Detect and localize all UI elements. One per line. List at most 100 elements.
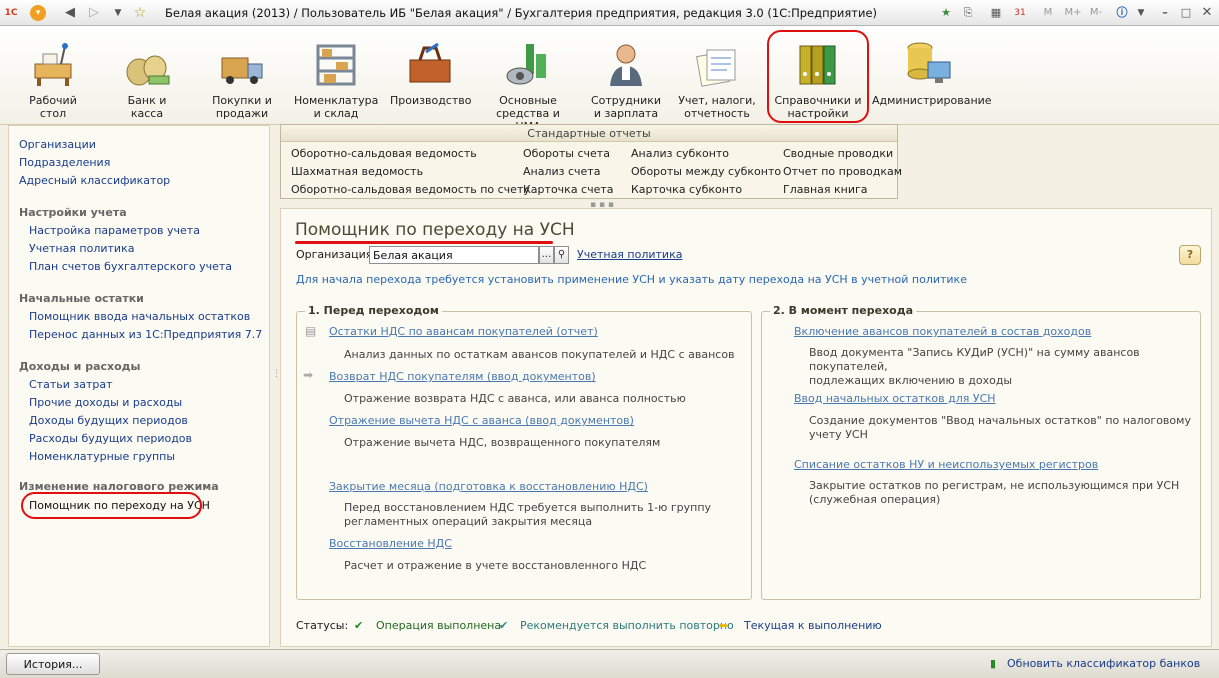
nav-group-title-income-expenses: Доходы и расходы [19, 360, 141, 373]
step-desc: Расчет и отражение в учете восстановленн… [344, 559, 647, 572]
section-taxes[interactable]: Учет, налоги, отчетность [676, 26, 758, 125]
calculator-icon[interactable]: ▦ [988, 5, 1004, 21]
factory-icon [506, 44, 546, 85]
favorites-add-icon[interactable]: ★ [938, 5, 954, 21]
maximize-icon[interactable]: □ [1178, 5, 1194, 21]
nav-link-deferred-income[interactable]: Доходы будущих периодов [29, 414, 188, 427]
memory-mplus-button[interactable]: M+ [1062, 5, 1084, 21]
organization-search-icon[interactable]: ⚲ [554, 246, 569, 264]
nav-link-accounting-params[interactable]: Настройка параметров учета [29, 224, 200, 237]
history-button[interactable]: История... [6, 653, 100, 675]
help-button[interactable]: ? [1179, 245, 1201, 265]
arrow-current-icon: ➡ [719, 619, 729, 632]
money-bags-icon [126, 55, 170, 86]
report-link[interactable]: Отчет по проводкам [783, 165, 902, 178]
section-employees[interactable]: Сотрудники и зарплата [588, 26, 664, 125]
instruction-hint: Для начала перехода требуется установить… [296, 273, 967, 286]
section-desktop[interactable]: Рабочий стол [20, 26, 86, 125]
vertical-splitter[interactable]: ⋮ [270, 125, 281, 647]
section-purchases-label: Покупки и продажи [212, 94, 272, 120]
memory-mminus-button[interactable]: M- [1086, 5, 1106, 21]
nav-link-data-transfer-77[interactable]: Перенос данных из 1С:Предприятия 7.7 [29, 328, 262, 341]
step-desc: Ввод документа "Запись КУДиР (УСН)" на с… [809, 346, 1140, 387]
organization-select-button[interactable]: … [539, 246, 554, 264]
truck-icon [221, 57, 263, 84]
step-link-advances-to-income[interactable]: Включение авансов покупателей в состав д… [794, 325, 1091, 338]
step-desc: Отражение возврата НДС с аванса, или ава… [344, 392, 686, 405]
nav-link-opening-balances-wizard[interactable]: Помощник ввода начальных остатков [29, 310, 250, 323]
nav-link-accounting-policy[interactable]: Учетная политика [29, 242, 134, 255]
section-employees-label: Сотрудники и зарплата [590, 94, 662, 120]
sections-panel: Рабочий стол Банк и касса Покупки и прод… [0, 26, 1219, 133]
accounting-policy-link[interactable]: Учетная политика [577, 248, 682, 261]
info-icon[interactable]: ⓘ [1114, 5, 1130, 21]
section-production[interactable]: Производство [390, 26, 472, 125]
group-at-transition-title: 2. В момент перехода [770, 304, 917, 317]
report-link[interactable]: Сводные проводки [783, 147, 893, 160]
step-link-vat-restoration[interactable]: Восстановление НДС [329, 537, 452, 550]
report-link[interactable]: Обороты между субконто [631, 165, 781, 178]
section-bank[interactable]: Банк и касса [112, 26, 182, 125]
step-link-month-closing[interactable]: Закрытие месяца (подготовка к восстановл… [329, 480, 648, 493]
info-dropdown-icon[interactable]: ▼ [1133, 5, 1149, 21]
title-underline-mark [295, 241, 553, 244]
report-link[interactable]: Главная книга [783, 183, 868, 196]
desk-icon [34, 43, 72, 86]
main-menu-icon[interactable]: ▾ [30, 5, 46, 21]
step-desc: Создание документов "Ввод начальных оста… [809, 414, 1191, 441]
step-link-usn-opening-balances[interactable]: Ввод начальных остатков для УСН [794, 392, 996, 405]
history-dropdown-icon[interactable]: ▼ [110, 5, 126, 21]
organization-label: Организация: [296, 248, 377, 261]
step-link-vat-return[interactable]: Возврат НДС покупателям (ввод документов… [329, 370, 596, 383]
section-fixed-assets[interactable]: Основные средства и НМА [482, 26, 574, 133]
update-bank-classifier-link[interactable]: Обновить классификатор банков [1007, 657, 1200, 670]
forward-arrow-icon[interactable]: ▷ [86, 5, 102, 21]
minimize-icon[interactable]: – [1157, 5, 1173, 21]
group-before-transition-title: 1. Перед переходом [305, 304, 442, 317]
link-icon[interactable]: ⎘ [960, 5, 976, 21]
section-nomenclature-label: Номенклатура и склад [294, 94, 379, 120]
step-link-vat-deduction[interactable]: Отражение вычета НДС с аванса (ввод доку… [329, 414, 634, 427]
calendar-icon[interactable]: 31 [1012, 5, 1028, 21]
favorite-star-icon[interactable]: ☆ [132, 5, 148, 21]
usn-wizard-form: Помощник по переходу на УСН ? Организаци… [280, 208, 1212, 647]
current-step-arrow-icon: ➡ [303, 368, 314, 382]
organization-input[interactable] [369, 246, 539, 264]
highlight-directories-circle [767, 30, 869, 123]
step-link-vat-advances[interactable]: Остатки НДС по авансам покупателей (отче… [329, 325, 598, 338]
info-note-icon: ▮ [990, 657, 997, 670]
section-purchases[interactable]: Покупки и продажи [206, 26, 278, 125]
report-link[interactable]: Карточка субконто [631, 183, 742, 196]
nav-link-address-classifier[interactable]: Адресный классификатор [19, 174, 170, 187]
memory-m-button[interactable]: M [1040, 5, 1056, 21]
report-link[interactable]: Обороты счета [523, 147, 610, 160]
report-link[interactable]: Анализ счета [523, 165, 600, 178]
close-icon[interactable]: ✕ [1199, 5, 1215, 21]
nav-link-cost-items[interactable]: Статьи затрат [29, 378, 113, 391]
nav-group-title-opening-balances: Начальные остатки [19, 292, 144, 305]
section-administration[interactable]: Администрирование [872, 26, 992, 125]
section-nomenclature[interactable]: Номенклатура и склад [294, 26, 378, 125]
section-production-label: Производство [390, 94, 472, 107]
report-link[interactable]: Анализ субконто [631, 147, 729, 160]
step-desc: Закрытие остатков по регистрам, не испол… [809, 479, 1180, 506]
step-link-write-off-registers[interactable]: Списание остатков НУ и неиспользуемых ре… [794, 458, 1098, 471]
1c-logo-icon[interactable]: 1С [3, 5, 19, 21]
report-link[interactable]: Карточка счета [523, 183, 614, 196]
back-arrow-icon[interactable]: ◀ [62, 5, 78, 21]
nav-link-chart-of-accounts[interactable]: План счетов бухгалтерского учета [29, 260, 232, 273]
report-link[interactable]: Оборотно-сальдовая ведомость [291, 147, 477, 160]
report-link[interactable]: Шахматная ведомость [291, 165, 423, 178]
shelves-icon [316, 44, 356, 86]
standard-reports-title: Стандартные отчеты [281, 125, 897, 142]
employee-icon [610, 44, 642, 86]
report-link[interactable]: Оборотно-сальдовая ведомость по счету [291, 183, 530, 196]
check-done-icon: ✔ [354, 619, 364, 632]
nav-link-departments[interactable]: Подразделения [19, 156, 110, 169]
nav-link-other-income[interactable]: Прочие доходы и расходы [29, 396, 182, 409]
nav-link-organizations[interactable]: Организации [19, 138, 96, 151]
nav-link-product-groups[interactable]: Номенклатурные группы [29, 450, 175, 463]
section-taxes-label: Учет, налоги, отчетность [678, 94, 756, 120]
nav-link-deferred-expenses[interactable]: Расходы будущих периодов [29, 432, 192, 445]
group-before-transition: 1. Перед переходом ▤ Остатки НДС по аван… [296, 304, 752, 600]
